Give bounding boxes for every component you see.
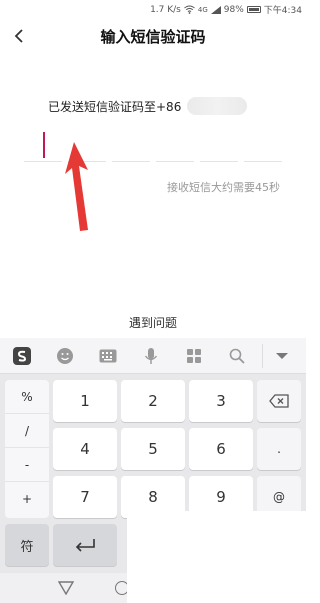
annotation-arrow-icon xyxy=(65,142,88,231)
symbols-key[interactable]: 符 xyxy=(5,524,49,566)
keyboard-toolbar xyxy=(0,338,306,374)
sent-info: 已发送短信验证码至+86 xyxy=(48,97,248,115)
emoji-icon[interactable] xyxy=(55,346,75,366)
return-key[interactable] xyxy=(53,524,117,566)
search-icon[interactable] xyxy=(227,346,247,366)
problem-link[interactable]: 遇到问题 xyxy=(0,314,306,331)
status-bar: 1.7 K/s 4G 98% 下午4:34 xyxy=(0,0,306,18)
dot-key[interactable]: . xyxy=(257,428,301,470)
page-title: 输入短信验证码 xyxy=(100,28,206,46)
phone-number-redacted xyxy=(187,97,248,115)
battery-icon xyxy=(246,6,261,13)
key-4[interactable]: 4 xyxy=(53,428,117,470)
key-6[interactable]: 6 xyxy=(189,428,253,470)
nav-back-icon[interactable] xyxy=(58,581,74,595)
network-speed: 1.7 K/s xyxy=(150,4,181,15)
toolbar-divider xyxy=(262,344,263,368)
battery-percent: 98% xyxy=(223,4,244,15)
backspace-icon xyxy=(269,394,289,408)
blank-region xyxy=(127,511,306,603)
apps-grid-icon[interactable] xyxy=(184,346,204,366)
collapse-icon[interactable] xyxy=(272,346,292,366)
code-digit-box[interactable] xyxy=(24,130,62,162)
code-digit-box[interactable] xyxy=(244,130,282,162)
wifi-icon xyxy=(184,5,195,14)
symbol-key-percent[interactable]: % xyxy=(5,380,49,414)
countdown-text: 接收短信大约需要45秒 xyxy=(167,181,280,194)
backspace-key[interactable] xyxy=(257,380,301,422)
symbol-key-plus[interactable]: + xyxy=(5,482,49,516)
key-2[interactable]: 2 xyxy=(121,380,185,422)
code-digit-box[interactable] xyxy=(156,130,194,162)
signal-type: 4G xyxy=(197,5,208,14)
signal-icon xyxy=(210,5,221,14)
keyboard-icon[interactable] xyxy=(98,346,118,366)
key-5[interactable]: 5 xyxy=(121,428,185,470)
key-7[interactable]: 7 xyxy=(53,476,117,518)
code-digit-box[interactable] xyxy=(112,130,150,162)
symbol-key-slash[interactable]: / xyxy=(5,414,49,448)
header: 输入短信验证码 xyxy=(0,22,306,52)
clock: 下午4:34 xyxy=(263,6,302,16)
return-icon xyxy=(75,539,95,552)
code-digit-box[interactable] xyxy=(200,130,238,162)
symbol-column: % / - + xyxy=(5,380,49,518)
key-3[interactable]: 3 xyxy=(189,380,253,422)
key-1[interactable]: 1 xyxy=(53,380,117,422)
status-right: 1.7 K/s 4G 98% 下午4:34 xyxy=(150,3,302,17)
symbol-key-minus[interactable]: - xyxy=(5,448,49,482)
microphone-icon[interactable] xyxy=(141,346,161,366)
text-cursor xyxy=(43,132,45,158)
sogou-logo-icon[interactable] xyxy=(12,346,32,366)
sent-label: 已发送短信验证码至+86 xyxy=(48,99,182,114)
